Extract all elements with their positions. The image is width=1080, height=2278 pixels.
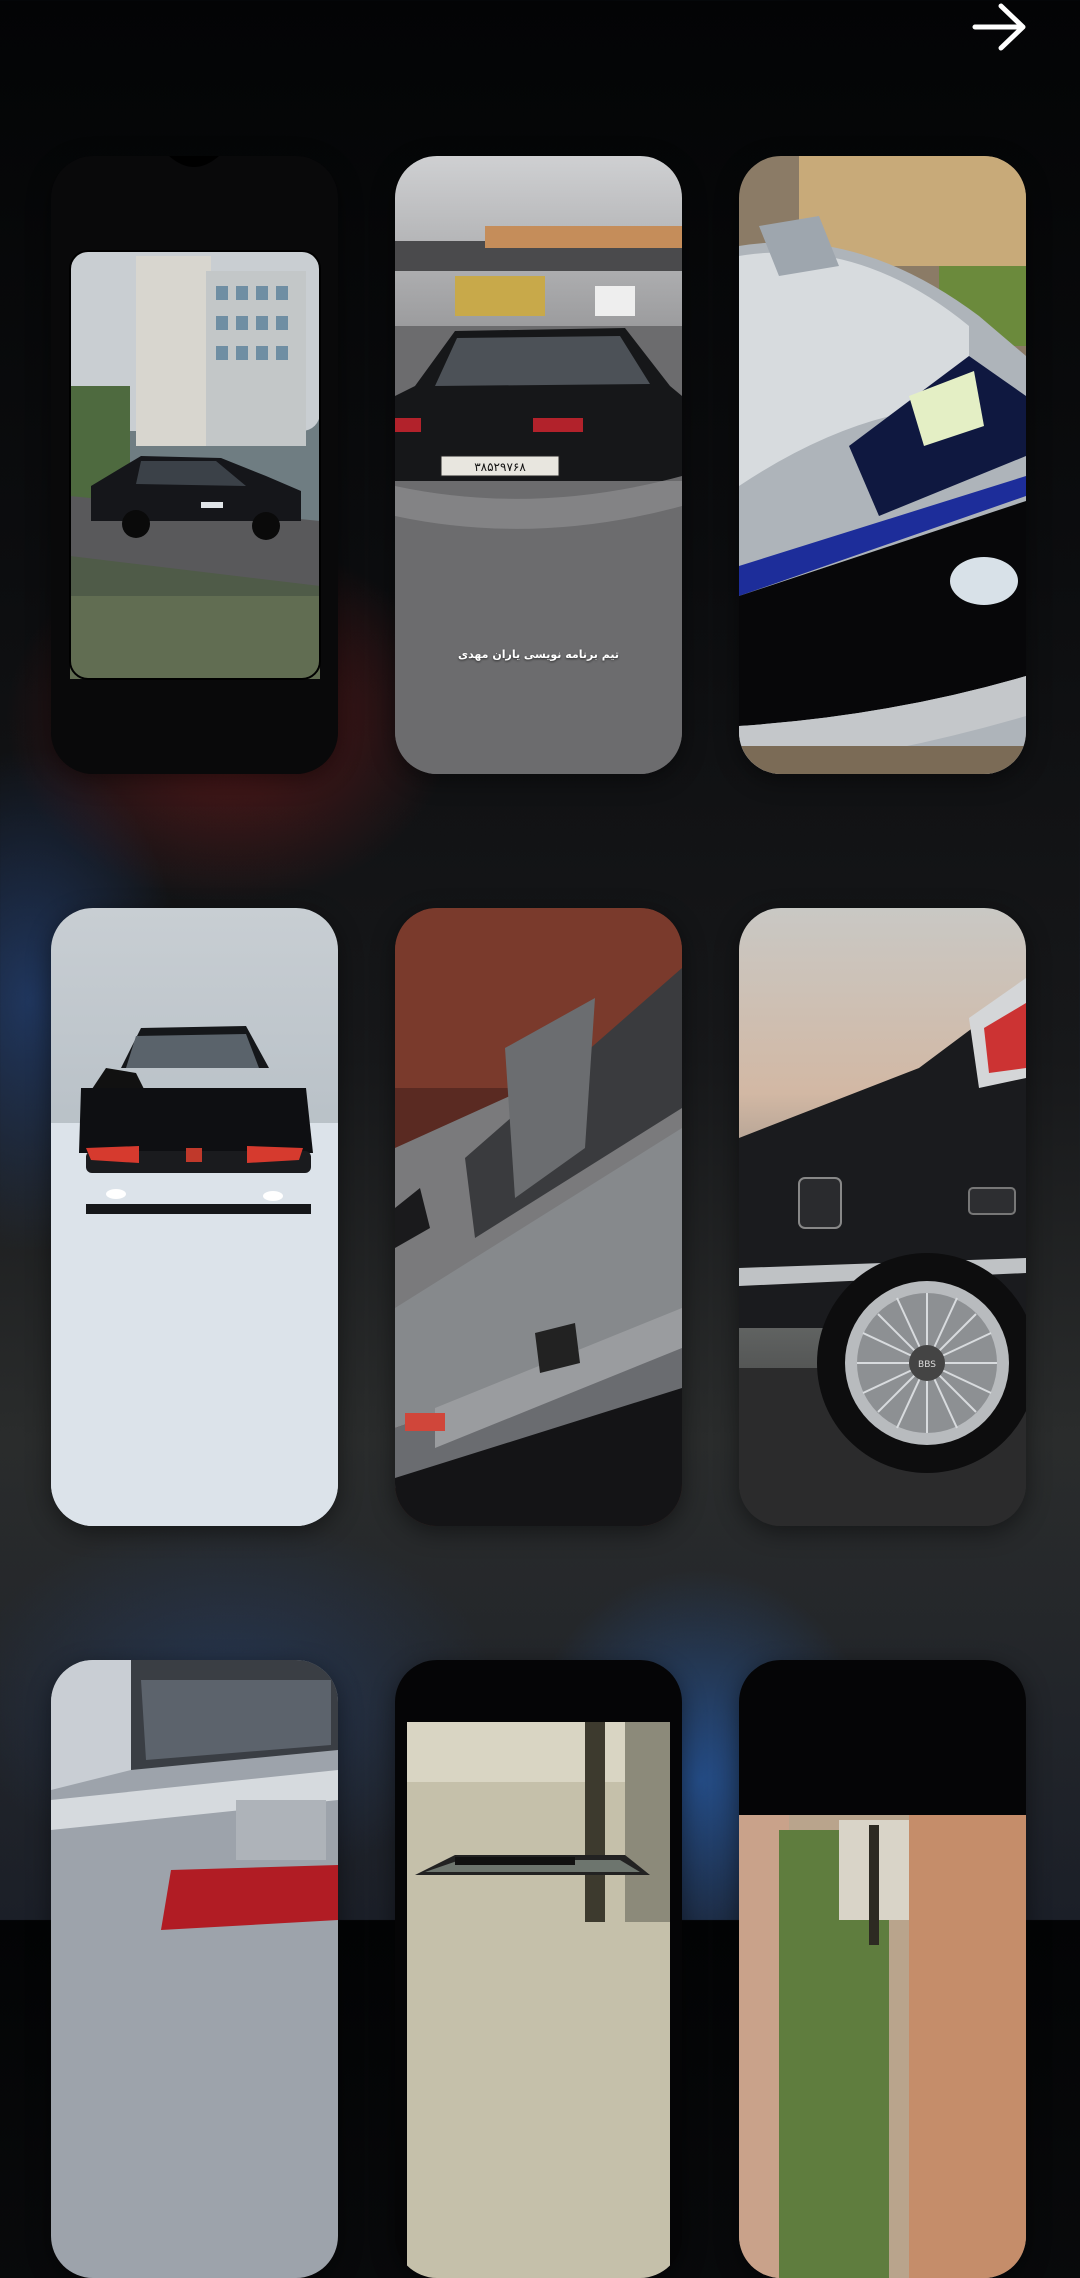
wallpaper-card[interactable]: ۳۸۵۲۹۷۶۸ تیم برنامه نویسی یاران مهدی	[395, 156, 682, 774]
wallpaper-card[interactable]	[51, 156, 338, 774]
wallpaper-image	[395, 908, 682, 1526]
wallpaper-card[interactable]: BBS	[739, 908, 1026, 1526]
wallpaper-card[interactable]	[739, 1660, 1026, 2278]
wallpaper-caption: تیم برنامه نویسی یاران مهدی	[457, 648, 620, 661]
wallpaper-image	[51, 908, 338, 1526]
wallpaper-image	[51, 1660, 338, 2278]
wallpaper-image: BBS	[739, 908, 1026, 1526]
wallpaper-image	[739, 156, 1026, 774]
wallpaper-grid: ۳۸۵۲۹۷۶۸ تیم برنامه نویسی یاران مهدی BBS	[51, 156, 1027, 2278]
wallpaper-card[interactable]	[395, 908, 682, 1526]
wallpaper-card[interactable]	[739, 156, 1026, 774]
wallpaper-card[interactable]	[51, 1660, 338, 2278]
wallpaper-image	[739, 1660, 1026, 2278]
wallpaper-card[interactable]	[51, 908, 338, 1526]
top-bar	[0, 0, 1080, 80]
wallpaper-card[interactable]	[395, 1660, 682, 2278]
arrow-right-icon	[972, 3, 1026, 51]
wallpaper-image: ۳۸۵۲۹۷۶۸	[395, 156, 682, 774]
wallpaper-image	[51, 156, 338, 774]
wallpaper-image	[395, 1660, 682, 2278]
next-button[interactable]	[968, 0, 1032, 54]
license-plate: ۳۸۵۲۹۷۶۸	[474, 460, 526, 474]
svg-text:BBS: BBS	[918, 1360, 936, 1370]
